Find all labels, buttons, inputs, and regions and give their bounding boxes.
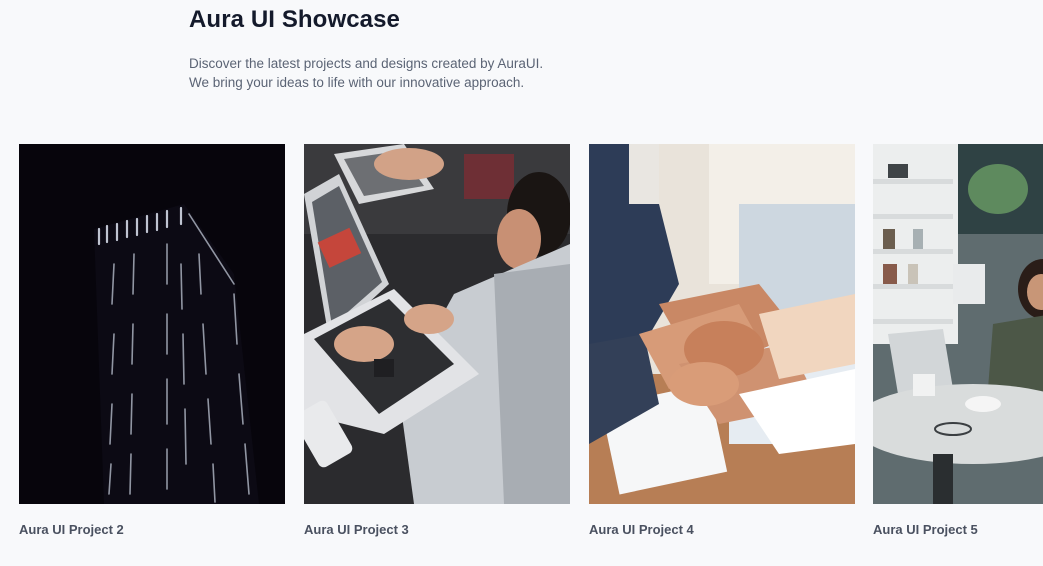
- project-title[interactable]: Aura UI Project 5: [873, 522, 1043, 537]
- project-image-cafe-laptop[interactable]: [873, 144, 1043, 504]
- project-title[interactable]: Aura UI Project 2: [19, 522, 285, 537]
- project-card[interactable]: Aura UI Project 5: [873, 144, 1043, 537]
- page-subtitle: Discover the latest projects and designs…: [189, 54, 709, 92]
- showcase-header: Aura UI Showcase Discover the latest pro…: [189, 6, 709, 92]
- page-title: Aura UI Showcase: [189, 6, 401, 33]
- project-image-teamwork-hands[interactable]: [589, 144, 855, 504]
- project-title[interactable]: Aura UI Project 3: [304, 522, 570, 537]
- project-image-night-skyscraper[interactable]: [19, 144, 285, 504]
- project-card[interactable]: Aura UI Project 4: [589, 144, 855, 537]
- project-card[interactable]: Aura UI Project 3: [304, 144, 570, 537]
- project-title[interactable]: Aura UI Project 4: [589, 522, 855, 537]
- showcase-page: Aura UI Showcase Discover the latest pro…: [0, 0, 1043, 566]
- project-card[interactable]: Aura UI Project 2: [19, 144, 285, 537]
- subtitle-line-2: We bring your ideas to life with our inn…: [189, 75, 525, 90]
- subtitle-line-1: Discover the latest projects and designs…: [189, 56, 544, 71]
- project-image-laptop-work[interactable]: [304, 144, 570, 504]
